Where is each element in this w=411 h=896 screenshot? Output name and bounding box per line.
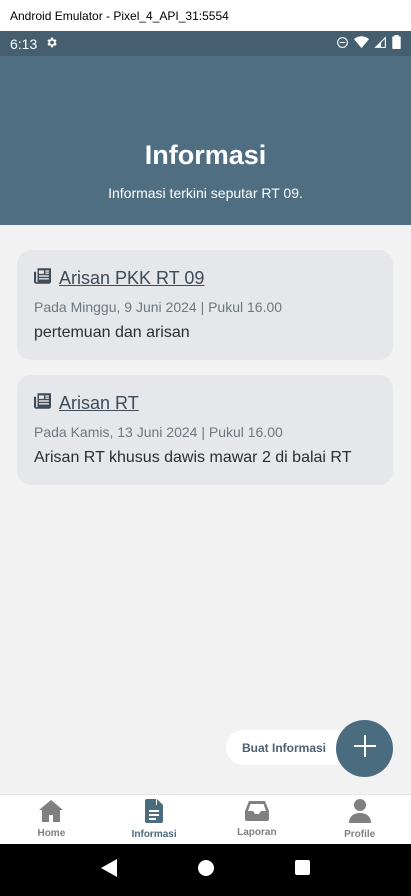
document-icon — [145, 799, 164, 826]
system-navigation-bar — [0, 844, 411, 896]
info-card-title[interactable]: Arisan RT — [59, 393, 139, 414]
status-bar: 6:13 — [0, 31, 411, 56]
info-card-title[interactable]: Arisan PKK RT 09 — [59, 268, 204, 289]
info-card-description: Arisan RT khusus dawis mawar 2 di balai … — [34, 449, 352, 466]
newspaper-icon — [34, 268, 51, 289]
info-card-date: Pada Kamis, 13 Juni 2024 | Pukul 16.00 — [34, 424, 283, 440]
nav-item-home[interactable]: Home — [0, 795, 103, 844]
page-header: Informasi Informasi terkini seputar RT 0… — [0, 56, 411, 225]
info-card-description: pertemuan dan arisan — [34, 324, 190, 341]
battery-icon — [392, 35, 401, 52]
status-time: 6:13 — [10, 35, 38, 52]
create-info-label-text: Buat Informasi — [242, 740, 327, 755]
home-circle-icon[interactable] — [197, 859, 214, 881]
window-title: Android Emulator - Pixel_4_API_31:5554 — [10, 8, 229, 23]
nav-item-profile[interactable]: Profile — [308, 795, 411, 844]
bottom-navigation: Home Informasi Laporan Profile — [0, 794, 411, 844]
create-info-button[interactable] — [336, 720, 393, 777]
wifi-icon — [354, 35, 369, 52]
recents-square-icon[interactable] — [295, 860, 311, 880]
page-subtitle: Informasi terkini seputar RT 09. — [108, 185, 303, 201]
nav-item-informasi[interactable]: Informasi — [103, 795, 206, 844]
page-title: Informasi — [144, 140, 267, 170]
person-icon — [348, 799, 371, 826]
info-card[interactable]: Arisan RT Pada Kamis, 13 Juni 2024 | Puk… — [17, 375, 393, 485]
do-not-disturb-icon — [336, 36, 349, 52]
nav-item-laporan[interactable]: Laporan — [206, 795, 309, 844]
info-card-date: Pada Minggu, 9 Juni 2024 | Pukul 16.00 — [34, 299, 283, 315]
nav-label-profile: Profile — [344, 829, 376, 840]
inbox-icon — [244, 801, 269, 824]
home-icon — [39, 800, 64, 825]
newspaper-icon — [34, 393, 51, 414]
cell-signal-icon — [374, 35, 387, 52]
settings-gear-icon — [45, 36, 58, 52]
info-list: Arisan PKK RT 09 Pada Minggu, 9 Juni 202… — [0, 225, 411, 794]
nav-label-laporan: Laporan — [237, 827, 277, 838]
info-card[interactable]: Arisan PKK RT 09 Pada Minggu, 9 Juni 202… — [17, 250, 393, 360]
nav-label-home: Home — [37, 828, 66, 839]
back-icon[interactable] — [100, 858, 117, 882]
nav-label-informasi: Informasi — [131, 829, 177, 840]
plus-icon — [353, 735, 376, 762]
emulator-title-bar: Android Emulator - Pixel_4_API_31:5554 — [0, 0, 411, 31]
